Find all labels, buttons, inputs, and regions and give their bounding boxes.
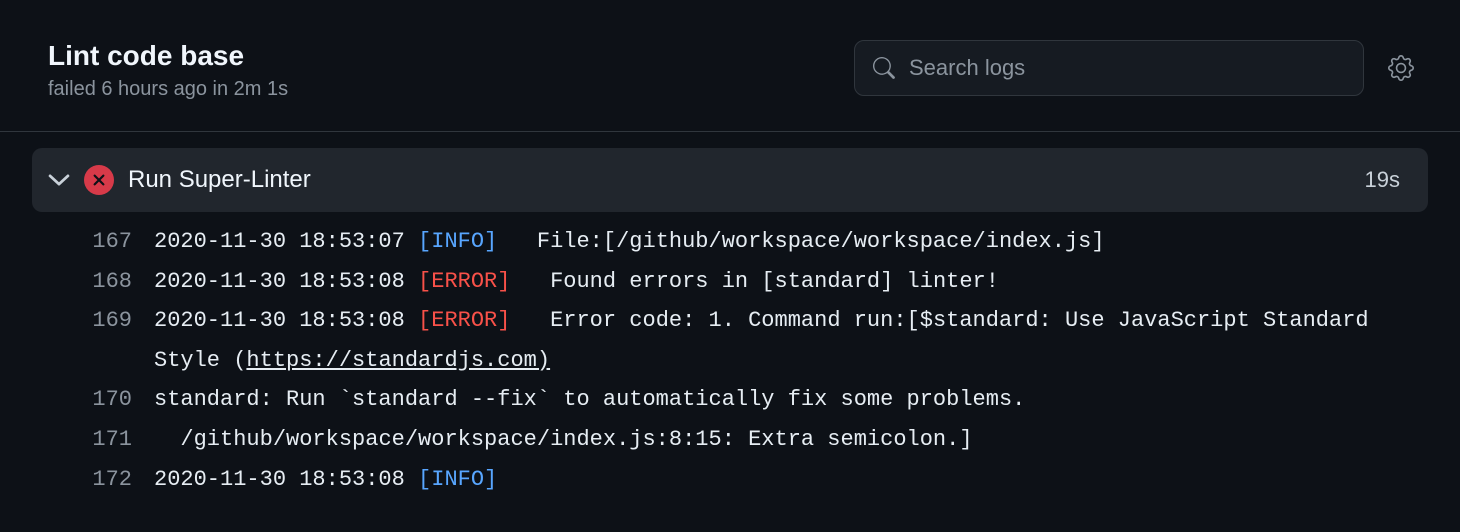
line-content: /github/workspace/workspace/index.js:8:1… [132,420,973,460]
line-number: 170 [76,380,132,420]
line-number: 169 [76,301,132,341]
job-status: failed 6 hours ago in 2m 1s [48,78,288,101]
step-name: Run Super-Linter [128,166,1351,194]
search-logs-box[interactable] [854,40,1364,96]
header-actions [854,40,1420,96]
line-content: standard: Run `standard --fix` to automa… [132,380,1025,420]
step-duration: 19s [1365,167,1400,193]
settings-button[interactable] [1382,49,1420,87]
title-block: Lint code base failed 6 hours ago in 2m … [48,40,288,101]
log-link[interactable]: https://standardjs.com) [246,348,550,373]
fail-icon [84,165,114,195]
step-header[interactable]: Run Super-Linter 19s [32,148,1428,212]
log-area: Run Super-Linter 19s 1672020-11-30 18:53… [0,132,1460,499]
log-lines[interactable]: 1672020-11-30 18:53:07 [INFO] File:[/git… [32,212,1428,499]
line-number: 171 [76,420,132,460]
search-icon [873,57,895,79]
error-tag: [ERROR] [418,308,510,333]
line-content: 2020-11-30 18:53:08 [INFO] [132,460,537,500]
log-line: 1722020-11-30 18:53:08 [INFO] [76,460,1428,500]
job-title: Lint code base [48,40,288,72]
job-header: Lint code base failed 6 hours ago in 2m … [0,0,1460,132]
chevron-down-icon [48,169,70,191]
log-line: 171 /github/workspace/workspace/index.js… [76,420,1428,460]
line-number: 168 [76,262,132,302]
line-number: 172 [76,460,132,500]
line-content: 2020-11-30 18:53:08 [ERROR] Error code: … [132,301,1428,380]
line-content: 2020-11-30 18:53:07 [INFO] File:[/github… [132,222,1105,262]
search-input[interactable] [909,55,1345,81]
line-number: 167 [76,222,132,262]
error-tag: [ERROR] [418,269,510,294]
log-line: 1682020-11-30 18:53:08 [ERROR] Found err… [76,262,1428,302]
log-line: 170standard: Run `standard --fix` to aut… [76,380,1428,420]
line-content: 2020-11-30 18:53:08 [ERROR] Found errors… [132,262,999,302]
info-tag: [INFO] [418,229,497,254]
gear-icon [1388,55,1414,81]
log-line: 1692020-11-30 18:53:08 [ERROR] Error cod… [76,301,1428,380]
info-tag: [INFO] [418,467,497,492]
log-line: 1672020-11-30 18:53:07 [INFO] File:[/git… [76,222,1428,262]
